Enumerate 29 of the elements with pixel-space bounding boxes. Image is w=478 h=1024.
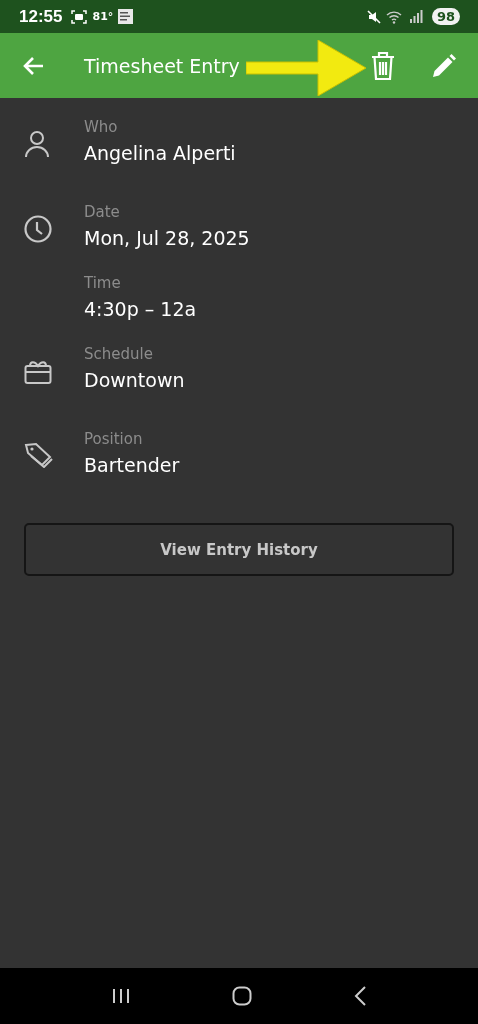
back-arrow-icon[interactable] <box>22 55 44 76</box>
mute-icon <box>366 9 381 24</box>
signal-icon <box>408 10 423 23</box>
field-label: Position <box>84 429 143 450</box>
back-icon[interactable] <box>353 986 368 1006</box>
temperature-text: 81° <box>92 10 114 23</box>
person-icon <box>24 130 50 158</box>
screen-title: Timesheet Entry <box>84 54 240 77</box>
field-value: 4:30p – 12a <box>84 297 197 322</box>
field-value: Downtown <box>84 368 185 393</box>
wifi-icon <box>385 9 404 24</box>
weather-app-icon <box>118 9 134 24</box>
edit-icon[interactable] <box>432 53 456 78</box>
field-value: Bartender <box>84 453 180 478</box>
battery-level: 98 <box>431 8 460 25</box>
field-value: Mon, Jul 28, 2025 <box>84 226 250 251</box>
field-label: Who <box>84 117 118 138</box>
field-value: Angelina Alperti <box>84 141 236 166</box>
screenshot-icon <box>71 9 88 24</box>
field-label: Time <box>84 273 121 294</box>
status-time: 12:55 <box>19 6 63 27</box>
clock-icon <box>24 215 52 243</box>
recent-apps-icon[interactable] <box>110 988 131 1004</box>
view-history-button[interactable]: View Entry History <box>24 523 454 576</box>
field-label: Date <box>84 202 120 223</box>
trash-icon[interactable] <box>370 50 396 81</box>
home-icon[interactable] <box>232 986 252 1006</box>
field-label: Schedule <box>84 344 153 365</box>
tags-icon <box>24 442 54 468</box>
